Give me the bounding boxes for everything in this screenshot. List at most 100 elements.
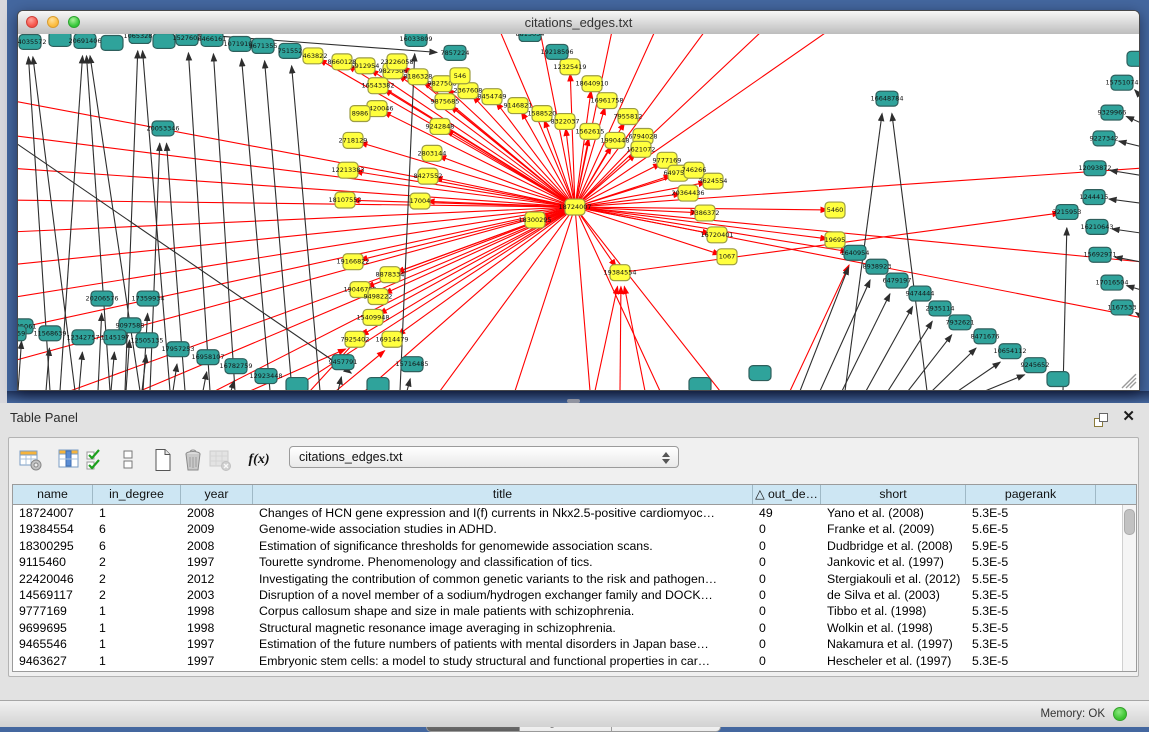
table-row[interactable]: 969969511998Structural magnetic resonanc…	[13, 620, 1136, 636]
cell-year: 2012	[181, 571, 253, 587]
cell-in_degree: 6	[93, 521, 181, 537]
graph-edge	[265, 61, 292, 390]
graph-edge	[440, 207, 575, 390]
function-builder-button[interactable]: f(x)	[246, 447, 272, 473]
graph-node-label: 7386372	[691, 209, 720, 217]
column-header-short[interactable]: short	[821, 485, 966, 504]
graph-node-label: 1167533	[1108, 303, 1137, 311]
cell-title: Tourette syndrome. Phenomenology and cla…	[253, 554, 753, 570]
cell-name: 9463627	[13, 653, 93, 669]
graph-node-label: 7925402	[341, 335, 370, 343]
resize-grip[interactable]	[1122, 374, 1136, 388]
select-rows-button[interactable]	[84, 447, 110, 473]
table-row[interactable]: 1830029562008Estimation of significance …	[13, 538, 1136, 554]
graph-node-label: 20364436	[671, 189, 704, 197]
show-columns-button[interactable]	[56, 447, 82, 473]
cell-out_de: 0	[753, 587, 821, 603]
graph-node-label: 751552	[278, 47, 303, 55]
table-row[interactable]: 1938455462009Genome-wide association stu…	[13, 521, 1136, 537]
column-header-year[interactable]: year	[181, 485, 253, 504]
graph-edge	[575, 207, 720, 390]
graph-node-label: 18107552	[328, 196, 361, 204]
graph-edge	[958, 362, 1000, 390]
scrollbar-thumb[interactable]	[1124, 509, 1135, 535]
graph-node-label: 1588520	[528, 110, 557, 118]
table-select[interactable]: citations_edges.txt	[289, 446, 679, 468]
graph-edge	[1136, 312, 1139, 315]
graph-node-label: 9671355	[249, 42, 278, 50]
table-row[interactable]: 1456911722003Disruption of a novel membe…	[13, 587, 1136, 603]
table-row[interactable]: 1872400712008Changes of HCN gene express…	[13, 505, 1136, 521]
delete-table-button[interactable]	[180, 447, 206, 473]
graph-edge	[620, 287, 621, 390]
graph-node[interactable]	[1047, 372, 1069, 387]
delete-column-button[interactable]	[207, 447, 233, 473]
graph-node-label: 20053346	[146, 124, 179, 132]
column-header-title[interactable]: title	[253, 485, 753, 504]
row-options-button[interactable]	[115, 447, 141, 473]
column-header-pagerank[interactable]: pagerank	[966, 485, 1096, 504]
cell-title: Disruption of a novel member of a sodium…	[253, 587, 753, 603]
graph-node-label: 8660128	[328, 58, 357, 66]
graph-edge	[188, 53, 210, 390]
graph-edge	[18, 341, 22, 390]
graph-edge	[1110, 170, 1139, 175]
graph-node-label: 12093872	[1078, 164, 1111, 172]
table-row[interactable]: 977716911998Corpus callosum shape and si…	[13, 603, 1136, 619]
graph-node-label: 546	[454, 72, 466, 80]
close-panel-icon[interactable]: ✕	[1122, 409, 1135, 425]
column-header-name[interactable]: name	[13, 485, 93, 504]
graph-node-label: 12325419	[553, 63, 586, 71]
float-panel-icon[interactable]	[1093, 412, 1109, 428]
graph-node-label: 16648784	[870, 95, 903, 103]
cell-year: 1997	[181, 636, 253, 652]
graph-node-label: 7463822	[299, 52, 328, 60]
column-header-out_de[interactable]: △ out_de…	[753, 485, 821, 504]
graph-node-label: 2935114	[926, 304, 955, 312]
graph-node[interactable]	[689, 378, 711, 390]
network-window-titlebar[interactable]: citations_edges.txt	[18, 11, 1139, 35]
table-row[interactable]: 946362711997Embryonic stem cells: a mode…	[13, 653, 1136, 669]
graph-canvas: 1872400718300295193845541232541918640910…	[18, 34, 1139, 390]
table-settings-button[interactable]	[18, 447, 44, 473]
graph-node-label: 1621072	[627, 145, 656, 153]
graph-node[interactable]	[749, 366, 771, 381]
minimize-button[interactable]	[47, 16, 59, 28]
graph-edge	[360, 142, 575, 207]
cell-pagerank: 5.3E-5	[966, 587, 1096, 603]
graph-edge	[842, 294, 890, 390]
table-row[interactable]: 911546021997Tourette syndrome. Phenomeno…	[13, 554, 1136, 570]
graph-node-label: 9245652	[1021, 361, 1050, 369]
graph-node[interactable]	[286, 378, 308, 390]
cell-in_degree: 2	[93, 571, 181, 587]
create-table-button[interactable]	[150, 447, 176, 473]
table-row[interactable]: 946554611997Estimation of the future num…	[13, 636, 1136, 652]
graph-node[interactable]	[367, 378, 389, 390]
cell-short: Stergiakouli et al. (2012)	[821, 571, 966, 587]
graph-node-label: 9457791	[329, 358, 358, 366]
cell-short: Nakamura et al. (1997)	[821, 636, 966, 652]
cell-pagerank: 5.3E-5	[966, 636, 1096, 652]
close-button[interactable]	[26, 16, 38, 28]
cell-in_degree: 1	[93, 653, 181, 669]
graph-edge	[800, 267, 848, 390]
column-header-in_degree[interactable]: in_degree	[93, 485, 181, 504]
combo-stepper-icon	[662, 450, 671, 466]
table-row[interactable]: 2242004622012Investigating the contribut…	[13, 571, 1136, 587]
graph-node-label: 1145197	[101, 333, 130, 341]
network-canvas[interactable]: 1872400718300295193845541232541918640910…	[18, 34, 1139, 390]
cell-in_degree: 2	[93, 587, 181, 603]
graph-node[interactable]	[1127, 51, 1139, 66]
app-left-edge	[0, 0, 7, 403]
graph-node[interactable]	[101, 35, 123, 50]
cell-out_de: 0	[753, 554, 821, 570]
cell-short: Hescheler et al. (1997)	[821, 653, 966, 669]
zoom-button[interactable]	[68, 16, 80, 28]
table-scrollbar[interactable]	[1122, 505, 1136, 671]
graph-node-label: 15409948	[356, 313, 389, 321]
graph-node-label: 12342757	[66, 333, 99, 341]
cell-out_de: 49	[753, 505, 821, 521]
node-table: namein_degreeyeartitle△ out_de…shortpage…	[12, 484, 1137, 672]
graph-edge	[1112, 229, 1139, 233]
table-body: 1872400712008Changes of HCN gene express…	[13, 505, 1136, 671]
